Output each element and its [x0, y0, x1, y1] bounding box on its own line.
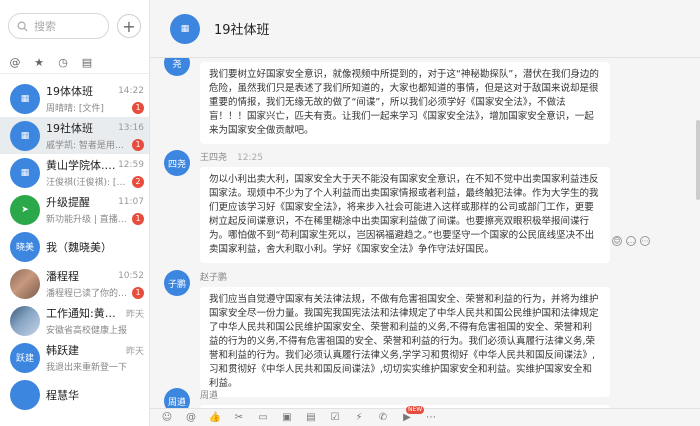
user-avatar: 跃建	[10, 342, 40, 373]
scissors-icon[interactable]: ✂	[232, 411, 246, 425]
document-icon[interactable]: ▤	[304, 411, 318, 425]
image-icon[interactable]: ▣	[280, 411, 294, 425]
sender-avatar[interactable]: 周遒	[164, 388, 190, 408]
sender-name: 周遒	[200, 391, 219, 401]
clock-filter-icon[interactable]: ◷	[56, 56, 70, 69]
message-list: 尧 我们要树立好国家安全意识，就像视频中所提到的，对于这“神秘勘探队”，潜伏在我…	[150, 58, 700, 408]
search-row: 搜索 +	[0, 0, 149, 52]
group-avatar: ▦	[10, 83, 40, 114]
more-icon[interactable]: ⋯	[424, 411, 438, 425]
conversation-item[interactable]: 程慧华	[0, 376, 149, 413]
thumbs-up-icon[interactable]: 👍	[208, 411, 222, 425]
conversation-time: 14:22	[118, 86, 144, 96]
unread-badge: 1	[132, 212, 144, 225]
conversation-item[interactable]: ➤ 升级提醒 11:07 新功能升级 | 直播中支...1	[0, 191, 149, 228]
emoji-icon[interactable]: ☺	[160, 411, 174, 425]
app-window: 搜索 + @ ★ ◷ ▤ ▦ 19体体班 14:22 周晴晴: [文件] 1 ▦ 1…	[0, 0, 700, 426]
message: 子鹏 赵子鹏 我们应当自觉遵守国家有关法律法规，不做有危害祖国安全、荣誉和利益的…	[164, 270, 610, 397]
comment-icon[interactable]: …	[626, 236, 636, 246]
upgrade-avatar: ➤	[10, 194, 40, 225]
conversation-time: 昨天	[125, 309, 144, 320]
conversation-name: 韩跃建	[46, 344, 79, 357]
conversation-preview: 戚学凯: 智者是用经验...	[46, 141, 132, 151]
unread-badge: 1	[132, 286, 144, 299]
emoji-reaction-icon[interactable]: ☺	[612, 236, 622, 246]
sender-name: 王四尧	[200, 153, 228, 163]
conversation-item[interactable]: 跃建 韩跃建 昨天 我退出来重新登一下	[0, 339, 149, 376]
conversation-time: 12:59	[118, 160, 144, 170]
conversation-preview: 潘程程已读了你的DING	[46, 289, 132, 299]
conversation-item[interactable]: ▦ 19体体班 14:22 周晴晴: [文件] 1	[0, 80, 149, 117]
new-badge: NEW	[406, 405, 425, 414]
at-icon[interactable]: @	[184, 411, 198, 425]
unread-badge: 1	[132, 101, 144, 114]
conversation-name: 我（魏晓美）	[46, 240, 112, 254]
message-bubble: 我们应当自觉遵守国家有关法律法规，不做有危害祖国安全、荣誉和利益的行为，并将为维…	[200, 287, 610, 397]
unread-badge: 1	[132, 138, 144, 151]
chat-title: 19社体班	[214, 23, 270, 38]
search-placeholder: 搜索	[34, 20, 56, 33]
message: 四尧 王四尧 12:25 勿以小利出卖大利，国家安全大于天不能没有国家安全意识，在…	[164, 150, 610, 263]
conversation-name: 潘程程	[46, 270, 79, 283]
group-avatar[interactable]: ▦	[170, 13, 200, 44]
video-icon[interactable]: ▶ NEW	[400, 405, 425, 425]
message: 周遒 周遒	[164, 388, 610, 408]
more-icon[interactable]: ⋯	[640, 236, 650, 246]
add-button[interactable]: +	[117, 14, 141, 38]
sender-avatar[interactable]: 尧	[164, 58, 190, 76]
conversation-preview: 周晴晴: [文件]	[46, 104, 104, 114]
unread-badge: 2	[132, 175, 144, 188]
conversation-sidebar: 搜索 + @ ★ ◷ ▤ ▦ 19体体班 14:22 周晴晴: [文件] 1 ▦ 1…	[0, 0, 150, 426]
calendar-filter-icon[interactable]: ▤	[80, 56, 94, 69]
chat-panel: ▦ 19社体班 尧 我们要树立好国家安全意识，就像视频中所提到的，对于这“神秘勘…	[150, 0, 700, 426]
star-filter-icon[interactable]: ★	[32, 56, 46, 69]
conversation-item[interactable]: ▦ 黄山学院体...内部12:59 汪俊祺(汪俊祺): [签到]...2	[0, 154, 149, 191]
message: 尧 我们要树立好国家安全意识，就像视频中所提到的，对于这“神秘勘探队”，潜伏在我…	[164, 58, 610, 144]
chat-header: ▦ 19社体班	[150, 0, 700, 58]
conversation-list: ▦ 19体体班 14:22 周晴晴: [文件] 1 ▦ 19社体班 13:16 戚学凯…	[0, 80, 149, 413]
sender-avatar[interactable]: 四尧	[164, 150, 190, 176]
filter-row: @ ★ ◷ ▤	[0, 52, 149, 74]
folder-icon[interactable]: ▭	[256, 411, 270, 425]
conversation-name: 工作通知:黄山学...	[46, 307, 126, 320]
conversation-name: 19社体班	[46, 122, 93, 135]
conversation-item-active[interactable]: ▦ 19社体班 13:16 戚学凯: 智者是用经验... 1	[0, 117, 149, 154]
input-toolbar: ☺ @ 👍 ✂ ▭ ▣ ▤ ☑ ⚡ ✆ ▶ NEW ⋯	[150, 405, 700, 426]
conversation-item[interactable]: 潘程程 10:52 潘程程已读了你的DING 1	[0, 265, 149, 302]
sender-avatar[interactable]: 子鹏	[164, 270, 190, 296]
group-avatar: ▦	[10, 120, 40, 151]
conversation-name: 19体体班	[46, 85, 93, 98]
conversation-time: 10:52	[118, 271, 144, 281]
lightning-icon[interactable]: ⚡	[352, 411, 366, 425]
group-avatar: ▦	[10, 157, 40, 188]
conversation-name: 升级提醒	[46, 196, 90, 209]
conversation-time: 13:16	[118, 123, 144, 133]
conversation-name: 黄山学院体...内部	[46, 157, 118, 173]
conversation-preview: 新功能升级 | 直播中支...	[46, 215, 132, 225]
message-bubble: 我们要树立好国家安全意识，就像视频中所提到的，对于这“神秘勘探队”，潜伏在我们身…	[200, 62, 610, 144]
conversation-time: 11:07	[118, 197, 144, 207]
user-photo-avatar	[10, 268, 40, 299]
conversation-preview: 汪俊祺(汪俊祺): [签到]...	[46, 178, 132, 188]
sender-name: 赵子鹏	[200, 273, 228, 283]
phone-icon[interactable]: ✆	[376, 411, 390, 425]
conversation-item[interactable]: 工作通知:黄山学...昨天 安徽省高校健康上报	[0, 302, 149, 339]
message-time: 12:25	[237, 153, 263, 163]
conversation-preview: 安徽省高校健康上报	[46, 326, 128, 336]
checkbox-icon[interactable]: ☑	[328, 411, 342, 425]
search-icon	[17, 21, 28, 32]
conversation-time: 昨天	[125, 346, 144, 357]
search-input[interactable]: 搜索	[8, 13, 109, 39]
scrollbar[interactable]	[696, 120, 700, 200]
conversation-item[interactable]: 晓美 我（魏晓美）	[0, 228, 149, 265]
conversation-name-text: 黄山学院体...	[46, 159, 112, 172]
mention-filter-icon[interactable]: @	[8, 56, 22, 69]
user-avatar	[10, 379, 40, 410]
user-avatar: 晓美	[10, 231, 40, 262]
work-notice-avatar	[10, 305, 40, 336]
conversation-name: 程慧华	[46, 388, 79, 402]
message-bubble: 勿以小利出卖大利，国家安全大于天不能没有国家安全意识，在不知不觉中出卖国家利益违…	[200, 167, 610, 263]
message-actions: ☺ … ⋯	[612, 236, 650, 246]
conversation-preview: 我退出来重新登一下	[46, 363, 128, 373]
